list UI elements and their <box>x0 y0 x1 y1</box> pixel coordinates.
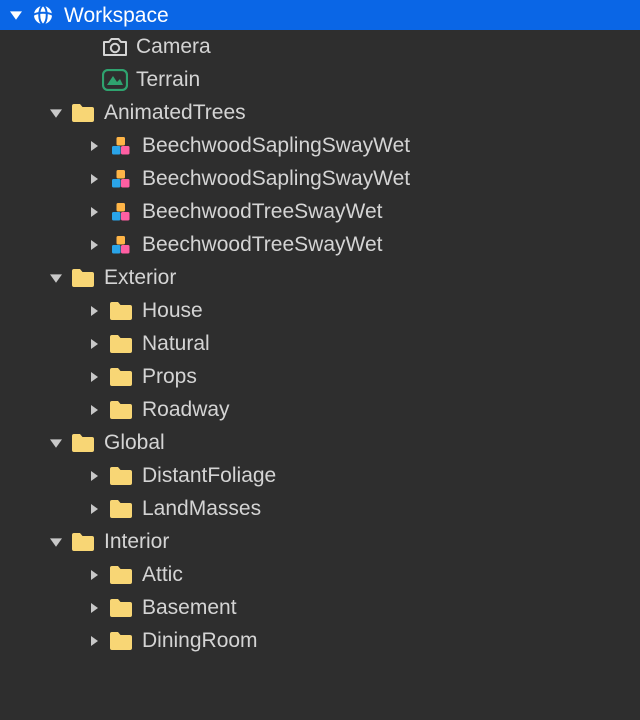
tree-item-label: House <box>142 300 203 321</box>
tree-item-label: BeechwoodTreeSwayWet <box>142 234 382 255</box>
model-icon <box>108 232 134 258</box>
chevron-right-icon[interactable] <box>86 633 102 649</box>
tree-item[interactable]: Attic <box>0 558 640 591</box>
tree-item[interactable]: Natural <box>0 327 640 360</box>
tree-item[interactable]: DistantFoliage <box>0 459 640 492</box>
folder-icon <box>108 463 134 489</box>
tree-item[interactable]: BeechwoodTreeSwayWet <box>0 195 640 228</box>
tree-item[interactable]: Exterior <box>0 261 640 294</box>
tree-item-label: Props <box>142 366 197 387</box>
tree-item-label: DiningRoom <box>142 630 258 651</box>
chevron-right-icon[interactable] <box>86 402 102 418</box>
tree-item[interactable]: Roadway <box>0 393 640 426</box>
tree-item[interactable]: AnimatedTrees <box>0 96 640 129</box>
chevron-right-icon[interactable] <box>86 138 102 154</box>
chevron-down-icon[interactable] <box>48 105 64 121</box>
folder-icon <box>108 397 134 423</box>
folder-icon <box>108 496 134 522</box>
chevron-right-icon[interactable] <box>86 204 102 220</box>
tree-item[interactable]: BeechwoodSaplingSwayWet <box>0 162 640 195</box>
tree-item-label: Global <box>104 432 165 453</box>
tree-item-label: AnimatedTrees <box>104 102 246 123</box>
model-icon <box>108 199 134 225</box>
folder-icon <box>108 628 134 654</box>
chevron-right-icon[interactable] <box>86 468 102 484</box>
tree-item[interactable]: BeechwoodTreeSwayWet <box>0 228 640 261</box>
tree-item[interactable]: Props <box>0 360 640 393</box>
tree-item-workspace[interactable]: Workspace <box>0 0 640 30</box>
chevron-right-icon[interactable] <box>86 303 102 319</box>
tree-item[interactable]: Global <box>0 426 640 459</box>
folder-icon <box>70 265 96 291</box>
tree-item[interactable]: BeechwoodSaplingSwayWet <box>0 129 640 162</box>
chevron-down-icon[interactable] <box>8 7 24 23</box>
chevron-down-icon[interactable] <box>48 435 64 451</box>
tree-item[interactable]: LandMasses <box>0 492 640 525</box>
folder-icon <box>108 562 134 588</box>
folder-icon <box>70 100 96 126</box>
chevron-down-icon[interactable] <box>48 534 64 550</box>
folder-icon <box>108 298 134 324</box>
tree-item[interactable]: Terrain <box>0 63 640 96</box>
folder-icon <box>70 529 96 555</box>
tree-item-label: BeechwoodTreeSwayWet <box>142 201 382 222</box>
chevron-right-icon[interactable] <box>86 501 102 517</box>
chevron-right-icon[interactable] <box>86 567 102 583</box>
chevron-right-icon[interactable] <box>86 237 102 253</box>
tree-item-label: BeechwoodSaplingSwayWet <box>142 168 410 189</box>
terrain-icon <box>102 67 128 93</box>
tree-item[interactable]: Interior <box>0 525 640 558</box>
model-icon <box>108 166 134 192</box>
folder-icon <box>108 595 134 621</box>
tree-item-label: Basement <box>142 597 237 618</box>
tree-item[interactable]: Camera <box>0 30 640 63</box>
chevron-right-icon[interactable] <box>86 336 102 352</box>
chevron-down-icon[interactable] <box>48 270 64 286</box>
tree-item[interactable]: Basement <box>0 591 640 624</box>
tree-item-label: Interior <box>104 531 169 552</box>
tree-item-label: Exterior <box>104 267 176 288</box>
chevron-right-icon[interactable] <box>86 171 102 187</box>
folder-icon <box>108 331 134 357</box>
tree-item-label: BeechwoodSaplingSwayWet <box>142 135 410 156</box>
camera-icon <box>102 34 128 60</box>
tree-item-label: Attic <box>142 564 183 585</box>
tree-item-label: Camera <box>136 36 211 57</box>
folder-icon <box>70 430 96 456</box>
chevron-right-icon[interactable] <box>86 369 102 385</box>
tree-item-label: Natural <box>142 333 210 354</box>
chevron-right-icon[interactable] <box>86 600 102 616</box>
tree-item[interactable]: House <box>0 294 640 327</box>
tree-item-label: Roadway <box>142 399 230 420</box>
folder-icon <box>108 364 134 390</box>
workspace-icon <box>30 2 56 28</box>
tree-item-label: Terrain <box>136 69 200 90</box>
tree-item-label: Workspace <box>64 5 169 26</box>
tree-item-label: DistantFoliage <box>142 465 276 486</box>
tree-item[interactable]: DiningRoom <box>0 624 640 657</box>
tree-item-label: LandMasses <box>142 498 261 519</box>
model-icon <box>108 133 134 159</box>
